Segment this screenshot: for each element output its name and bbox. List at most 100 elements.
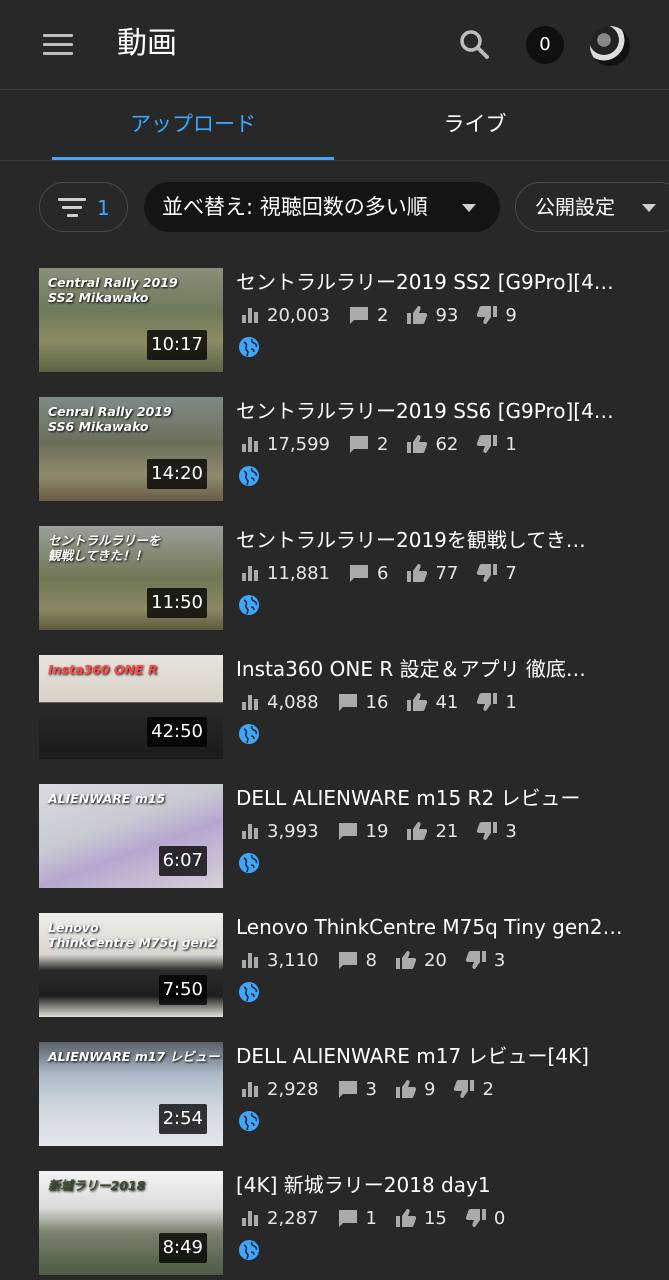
globe-icon xyxy=(239,724,259,744)
likes-stat: 9 xyxy=(395,1079,435,1100)
video-title[interactable]: セントラルラリー2019を観戦してき… xyxy=(236,526,628,554)
search-icon[interactable] xyxy=(458,28,492,62)
comment-icon xyxy=(349,565,368,582)
thumbnail-caption: ALIENWARE m15 xyxy=(48,791,166,806)
views-count: 2,928 xyxy=(267,1078,319,1100)
comments-count: 8 xyxy=(365,949,377,971)
video-stats: 20,003 2 93 9 xyxy=(240,301,535,329)
thumbnail-caption: Lenovo ThinkCentre M75q gen2 xyxy=(48,920,217,950)
video-list-item[interactable]: Central Rally 2019 SS2 Mikawako 10:17 セントラ… xyxy=(0,268,669,372)
likes-stat: 93 xyxy=(406,305,458,326)
video-list-item[interactable]: ALIENWARE m15 6:07 DELL ALIENWARE m15 R2 レ… xyxy=(0,784,669,888)
video-list-item[interactable]: セントラルラリーを 観戦してきた！！ 11:50 セントラルラリー2019を観戦して… xyxy=(0,526,669,630)
dislike-icon xyxy=(477,693,498,711)
video-stats: 11,881 6 77 7 xyxy=(240,559,535,587)
thumbnail-caption: Central Rally 2019 SS2 Mikawako xyxy=(48,275,178,305)
dislikes-stat: 2 xyxy=(453,1079,494,1100)
views-stat: 3,993 xyxy=(240,821,319,842)
chevron-down-icon xyxy=(462,204,476,212)
video-title[interactable]: [4K] 新城ラリー2018 day1 xyxy=(236,1171,628,1199)
comment-icon xyxy=(349,436,368,453)
views-icon xyxy=(242,1082,258,1097)
dislikes-stat: 7 xyxy=(476,563,517,584)
video-stats: 4,088 16 41 1 xyxy=(240,688,535,716)
tab-upload[interactable]: アップロード xyxy=(52,90,334,160)
views-icon xyxy=(242,308,258,323)
views-count: 3,110 xyxy=(267,949,319,971)
app-header: 動画 0 xyxy=(0,0,669,90)
likes-count: 15 xyxy=(423,1207,447,1229)
video-title[interactable]: DELL ALIENWARE m17 レビュー[4K] xyxy=(236,1042,628,1070)
views-count: 3,993 xyxy=(267,820,319,842)
likes-count: 62 xyxy=(435,433,459,455)
comments-count: 19 xyxy=(365,820,389,842)
like-icon xyxy=(395,1209,417,1227)
likes-stat: 62 xyxy=(406,434,458,455)
video-thumbnail[interactable]: セントラルラリーを 観戦してきた！！ 11:50 xyxy=(39,526,223,630)
video-title[interactable]: セントラルラリー2019 SS2 [G9Pro][4… xyxy=(236,268,628,296)
dislikes-stat: 9 xyxy=(476,304,517,326)
sort-dropdown[interactable]: 並べ替え: 視聴回数の多い順 xyxy=(144,182,500,232)
comments-stat: 3 xyxy=(337,1079,377,1100)
video-thumbnail[interactable]: 新城ラリー2018 8:49 xyxy=(39,1171,223,1275)
filter-icon xyxy=(58,198,86,218)
video-duration: 8:49 xyxy=(158,1233,207,1263)
video-stats: 2,287 1 15 0 xyxy=(240,1204,523,1232)
comments-count: 2 xyxy=(376,433,389,455)
comments-stat: 19 xyxy=(337,820,389,842)
comments-stat: 6 xyxy=(348,563,388,584)
views-stat: 4,088 xyxy=(240,692,319,713)
sort-label: 並べ替え: 視聴回数の多い順 xyxy=(162,195,428,219)
video-title[interactable]: DELL ALIENWARE m15 R2 レビュー xyxy=(236,784,628,812)
comments-stat: 16 xyxy=(337,692,388,713)
comment-icon xyxy=(349,307,368,324)
video-list-item[interactable]: 新城ラリー2018 8:49 [4K] 新城ラリー2018 day1 2,287 1 15… xyxy=(0,1171,669,1275)
notification-count-badge[interactable]: 0 xyxy=(526,26,564,64)
likes-stat: 20 xyxy=(395,950,447,971)
likes-count: 9 xyxy=(423,1078,436,1100)
video-list-item[interactable]: ALIENWARE m17 レビュー 2:54 DELL ALIENWARE m17… xyxy=(0,1042,669,1146)
like-icon xyxy=(395,1080,417,1098)
video-thumbnail[interactable]: Insta360 ONE R 42:50 xyxy=(39,655,223,759)
visibility-dropdown[interactable]: 公開設定 xyxy=(515,182,669,232)
tab-live[interactable]: ライブ xyxy=(334,90,616,160)
dislike-icon xyxy=(465,1209,486,1227)
views-count: 11,881 xyxy=(267,562,330,584)
video-thumbnail[interactable]: Central Rally 2019 SS2 Mikawako 10:17 xyxy=(39,268,223,372)
comment-icon xyxy=(338,694,357,711)
dislikes-count: 3 xyxy=(493,949,506,971)
dislikes-count: 9 xyxy=(505,304,517,326)
video-title[interactable]: セントラルラリー2019 SS6 [G9Pro][4… xyxy=(236,397,628,425)
video-thumbnail[interactable]: Cenral Rally 2019 SS6 Mikawako 14:20 xyxy=(39,397,223,501)
video-duration: 2:54 xyxy=(158,1104,207,1134)
video-stats: 17,599 2 62 1 xyxy=(240,430,535,458)
comments-stat: 1 xyxy=(337,1208,377,1229)
video-list-item[interactable]: Insta360 ONE R 42:50 Insta360 ONE R 設定＆アプリ… xyxy=(0,655,669,759)
visibility-label: 公開設定 xyxy=(535,195,615,219)
likes-count: 93 xyxy=(435,304,459,326)
tabs-divider xyxy=(0,160,669,161)
dislikes-count: 1 xyxy=(505,433,517,455)
comments-stat: 2 xyxy=(348,305,388,326)
menu-icon[interactable] xyxy=(43,34,73,56)
dislike-icon xyxy=(477,306,498,324)
dislike-icon xyxy=(477,822,498,840)
video-title[interactable]: Insta360 ONE R 設定＆アプリ 徹底… xyxy=(236,655,628,683)
comment-icon xyxy=(338,823,357,840)
video-list-item[interactable]: Cenral Rally 2019 SS6 Mikawako 14:20 セントラル… xyxy=(0,397,669,501)
comment-icon xyxy=(338,1210,357,1227)
video-stats: 2,928 3 9 2 xyxy=(240,1075,512,1103)
views-stat: 17,599 xyxy=(240,434,330,455)
avatar[interactable] xyxy=(590,26,630,66)
dislikes-stat: 0 xyxy=(465,1208,505,1229)
video-thumbnail[interactable]: Lenovo ThinkCentre M75q gen2 7:50 xyxy=(39,913,223,1017)
filter-button[interactable]: 1 xyxy=(39,182,128,232)
video-list-item[interactable]: Lenovo ThinkCentre M75q gen2 7:50 Lenovo T… xyxy=(0,913,669,1017)
video-thumbnail[interactable]: ALIENWARE m17 レビュー 2:54 xyxy=(39,1042,223,1146)
comment-icon xyxy=(338,1081,357,1098)
video-duration: 14:20 xyxy=(147,459,207,489)
video-title[interactable]: Lenovo ThinkCentre M75q Tiny gen2… xyxy=(236,913,628,941)
video-thumbnail[interactable]: ALIENWARE m15 6:07 xyxy=(39,784,223,888)
comments-count: 6 xyxy=(376,562,389,584)
views-icon xyxy=(242,824,258,839)
